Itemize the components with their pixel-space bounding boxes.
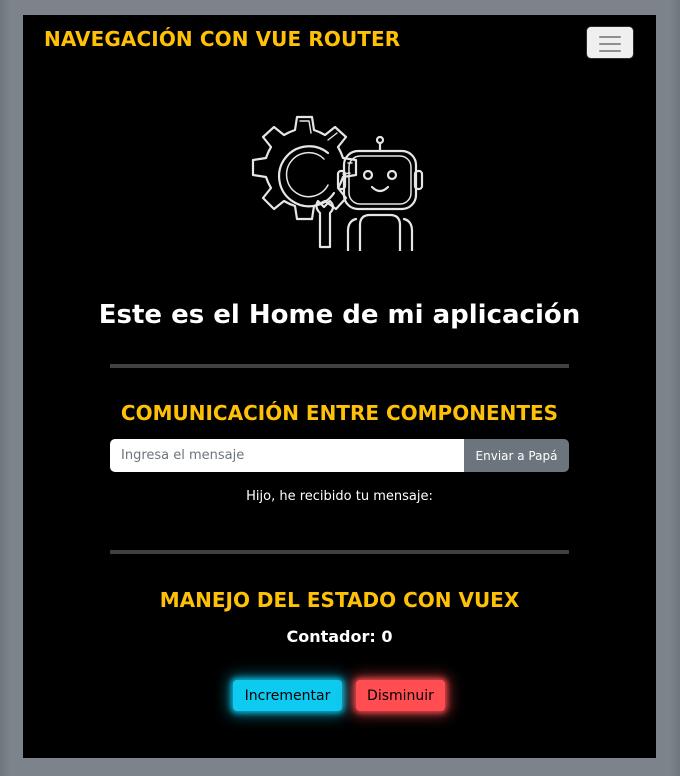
send-to-parent-button[interactable]: Enviar a Papá bbox=[464, 439, 569, 472]
section-divider bbox=[110, 550, 569, 554]
section-divider bbox=[110, 364, 569, 368]
message-input[interactable] bbox=[110, 439, 464, 472]
decrement-button[interactable]: Disminuir bbox=[356, 680, 445, 711]
home-title: Este es el Home de mi aplicación bbox=[98, 300, 581, 331]
vuex-section-title: MANEJO DEL ESTADO CON VUEX bbox=[159, 587, 520, 612]
message-input-group: Enviar a Papá bbox=[110, 439, 569, 472]
navbar-toggler-button[interactable] bbox=[586, 26, 634, 59]
increment-button[interactable]: Incrementar bbox=[233, 680, 342, 711]
counter-display: Contador: 0 bbox=[286, 627, 393, 646]
navbar-brand[interactable]: NAVEGACIÓN CON VUE ROUTER bbox=[44, 27, 400, 51]
communication-section-title: COMUNICACIÓN ENTRE COMPONENTES bbox=[120, 400, 559, 425]
robot-gear-illustration bbox=[251, 115, 424, 251]
navbar: NAVEGACIÓN CON VUE ROUTER bbox=[23, 15, 656, 71]
received-message-text: Hijo, he recibido tu mensaje: bbox=[246, 489, 433, 504]
app-container: NAVEGACIÓN CON VUE ROUTER Este es el Hom… bbox=[23, 15, 656, 758]
